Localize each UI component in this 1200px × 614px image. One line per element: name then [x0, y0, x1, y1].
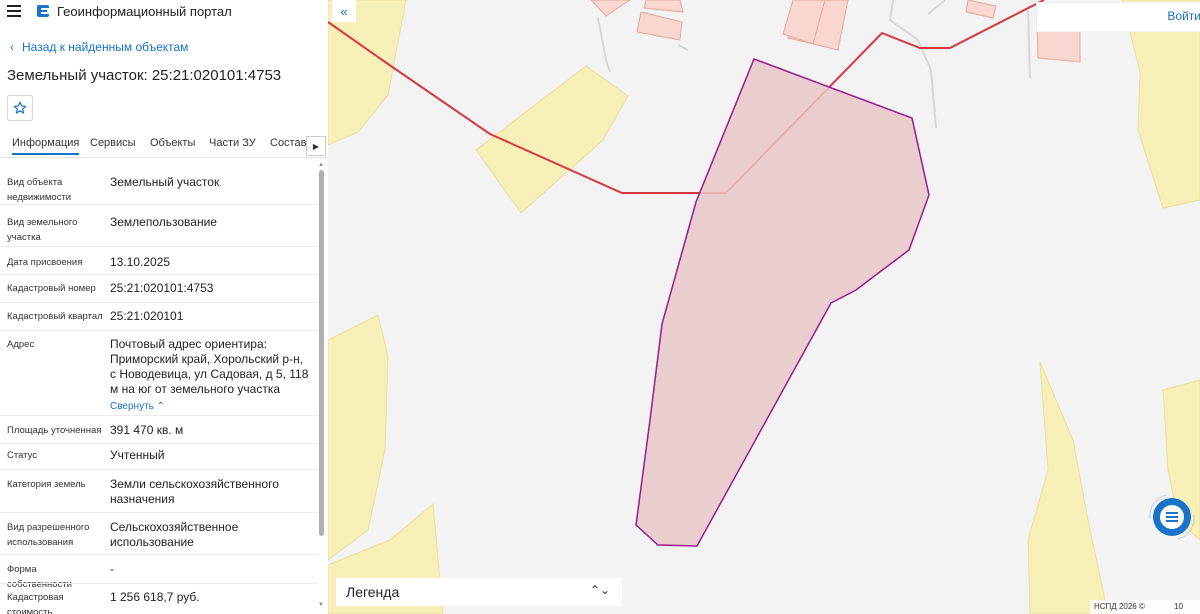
address-value: Почтовый адрес ориентира: Приморский кра… [110, 337, 310, 414]
legend-panel[interactable]: Легенда ⌃⌄ [336, 578, 622, 606]
portal-logo-icon [37, 5, 49, 17]
property-label: Форма собственности [7, 564, 72, 590]
login-button[interactable]: Войти [1036, 2, 1200, 32]
back-link-label: Назад к найденным объектам [22, 40, 189, 54]
property-value: 13.10.2025 [110, 255, 171, 269]
tab-parts[interactable]: Части ЗУ [209, 137, 256, 149]
login-label: Войти [1167, 9, 1200, 23]
property-label: Площадь уточненная [7, 425, 102, 436]
back-to-results-link[interactable]: ‹ Назад к найденным объектам [10, 40, 188, 54]
favorite-button[interactable] [7, 95, 33, 121]
chevron-up-icon: ⌃ [156, 401, 166, 412]
property-label: Кадастровый номер [7, 283, 96, 294]
property-label: Дата присвоения [7, 257, 83, 268]
map-canvas[interactable] [328, 0, 1200, 614]
double-chevron-left-icon: « [340, 3, 348, 19]
scale-label: 10 [1174, 602, 1183, 611]
property-value: Земли сельскохозяйственного назначения [110, 477, 279, 506]
scroll-up-icon[interactable]: ▲ [318, 162, 324, 168]
property-label: Вид разрешенного использования [7, 522, 90, 548]
tab-information[interactable]: Информация [12, 137, 80, 155]
app-title: Геоинформационный портал [57, 4, 232, 19]
property-label: Адрес [7, 339, 35, 350]
collapse-address-link[interactable]: Свернуть ⌃ [110, 399, 310, 414]
tabs-scroll-right-button[interactable]: ▶ [306, 136, 326, 156]
tab-objects[interactable]: Объекты [150, 137, 195, 149]
property-value: 1 256 618,7 руб. [110, 590, 200, 604]
sidebar-scrollbar[interactable]: ▲ ▼ [318, 162, 326, 614]
property-value: - [110, 562, 114, 576]
tab-services[interactable]: Сервисы [90, 137, 136, 149]
property-label: Статус [7, 450, 38, 461]
map-copyright: НСПД 2026 © 10 [1090, 600, 1200, 614]
property-label: Вид объекта недвижимости [7, 177, 72, 203]
chevron-left-icon: ‹ [10, 40, 14, 54]
sidebar: Геоинформационный портал ‹ Назад к найден… [0, 0, 328, 614]
caret-right-icon: ▶ [312, 141, 320, 151]
property-value: 25:21:020101 [110, 309, 184, 323]
property-value: Земельный участок [110, 175, 220, 189]
scroll-down-icon[interactable]: ▼ [318, 602, 324, 608]
property-value: Сельскохозяйственное использование [110, 520, 239, 549]
collapse-sidebar-button[interactable]: « [332, 0, 356, 22]
copyright-text: НСПД 2026 © [1094, 602, 1145, 611]
legend-title: Легенда [346, 584, 400, 600]
map-view[interactable]: « [328, 0, 1200, 614]
cadastral-number-value: 25:21:020101:4753 [110, 281, 214, 295]
tab-composition[interactable]: Состав [270, 137, 306, 149]
status-value: Учтенный [110, 448, 165, 462]
property-list: Вид объекта недвижимости Земельный участ… [0, 168, 318, 614]
scrollbar-thumb[interactable] [319, 170, 324, 536]
property-value: 391 470 кв. м [110, 423, 184, 437]
chat-button[interactable] [1144, 489, 1200, 545]
tab-bar: Информация Сервисы Объекты Части ЗУ Сост… [0, 132, 328, 158]
page-title: Земельный участок: 25:21:020101:4753 [7, 67, 282, 84]
property-label: Кадастровая стоимость [7, 592, 64, 614]
address-text: Почтовый адрес ориентира: Приморский кра… [110, 337, 309, 396]
updown-chevron-icon[interactable]: ⌃⌄ [590, 583, 610, 597]
property-label: Кадастровый квартал [7, 311, 103, 322]
top-bar: Геоинформационный портал [0, 0, 328, 24]
star-outline-icon [13, 101, 27, 114]
property-label: Вид земельного участка [7, 217, 78, 243]
collapse-label: Свернуть [110, 401, 154, 412]
hamburger-icon[interactable] [7, 5, 21, 17]
property-value: Землепользование [110, 215, 217, 229]
property-label: Категория земель [7, 479, 86, 490]
